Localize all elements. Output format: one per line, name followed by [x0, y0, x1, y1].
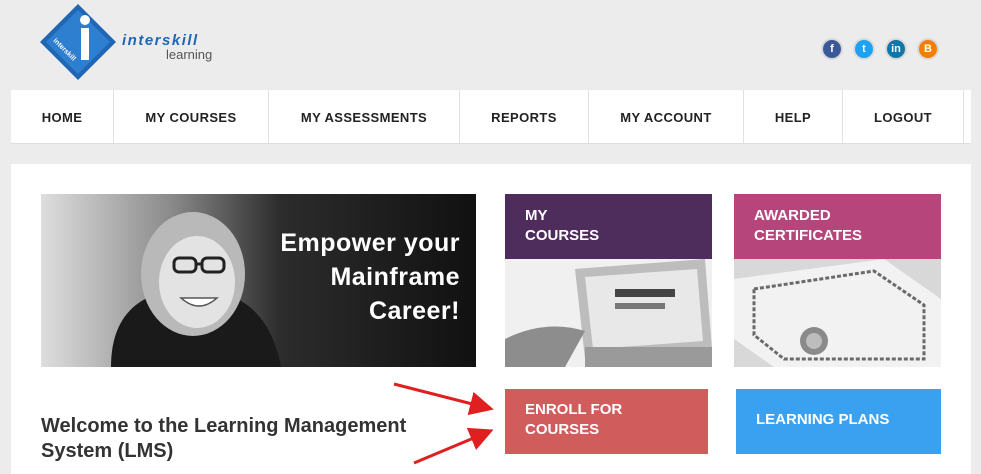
hero-line-1: Empower your — [280, 229, 460, 257]
arrow-2-icon — [413, 427, 494, 465]
blogger-icon[interactable]: B — [917, 38, 939, 60]
learning-plans-label: LEARNING PLANS — [756, 411, 890, 428]
logo-mark-icon: interskill — [40, 4, 116, 80]
enroll-line-1: ENROLL FOR — [525, 401, 623, 418]
learning-plans-tile[interactable]: LEARNING PLANS — [736, 389, 941, 454]
hero-banner: Empower your Mainframe Career! — [41, 194, 476, 367]
hero-tagline: Empower your Mainframe Career! — [280, 226, 460, 328]
awarded-certificates-line-2: CERTIFICATES — [754, 227, 863, 244]
enroll-for-courses-tile[interactable]: ENROLL FOR COURSES — [505, 389, 708, 454]
my-courses-line-1: MY — [525, 207, 548, 224]
awarded-certificates-tile[interactable]: AWARDED CERTIFICATES — [734, 194, 941, 367]
nav-logout[interactable]: LOGOUT — [843, 90, 964, 144]
laptop-image — [505, 259, 712, 367]
nav-help[interactable]: HELP — [744, 90, 843, 144]
logo-sub-text: learning — [166, 47, 213, 62]
main-nav: HOME MY COURSES MY ASSESSMENTS REPORTS M… — [11, 90, 971, 144]
hero-line-2: Mainframe — [330, 263, 460, 291]
social-links: f t in B — [821, 38, 939, 60]
nav-my-assessments[interactable]: MY ASSESSMENTS — [269, 90, 460, 144]
facebook-icon[interactable]: f — [821, 38, 843, 60]
nav-reports[interactable]: REPORTS — [460, 90, 589, 144]
hero-person-image — [111, 212, 281, 367]
linkedin-icon[interactable]: in — [885, 38, 907, 60]
interskill-logo[interactable]: interskill interskill learning — [40, 4, 230, 80]
my-courses-line-2: COURSES — [525, 227, 600, 244]
enroll-line-2: COURSES — [525, 421, 600, 438]
twitter-icon[interactable]: t — [853, 38, 875, 60]
nav-my-courses[interactable]: MY COURSES — [114, 90, 269, 144]
logo-brand-text: interskill — [122, 32, 199, 49]
nav-home[interactable]: HOME — [11, 90, 114, 144]
annotation-arrows — [393, 382, 494, 465]
nav-my-account[interactable]: MY ACCOUNT — [589, 90, 744, 144]
arrow-1-icon — [393, 382, 494, 416]
awarded-certificates-line-1: AWARDED — [754, 207, 831, 224]
certificate-image — [734, 259, 941, 367]
my-courses-tile[interactable]: MY COURSES — [505, 194, 712, 367]
hero-line-3: Career! — [368, 297, 460, 325]
